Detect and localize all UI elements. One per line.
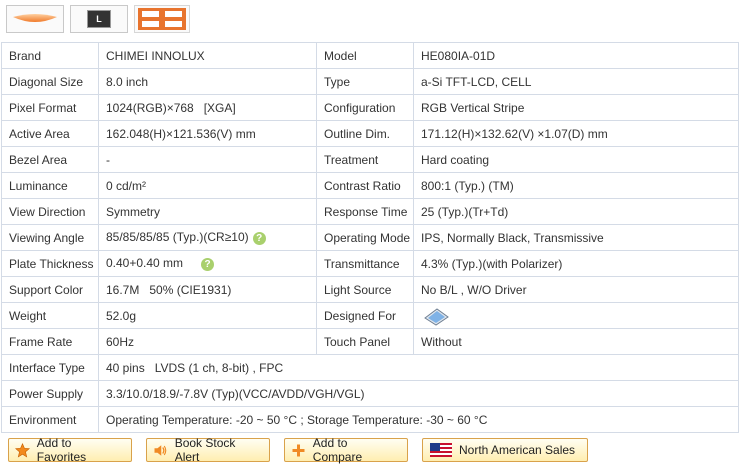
spec-label: Outline Dim. (316, 120, 414, 147)
designed-for-cell (413, 302, 739, 329)
spec-label: Treatment (316, 146, 414, 173)
spec-label: Transmittance (316, 250, 414, 277)
spec-value: 162.048(H)×121.536(V) mm (98, 120, 317, 147)
spec-value-cell: 85/85/85/85 (Typ.)(CR≥10)? (98, 224, 317, 251)
connector-icon-label: L (96, 14, 102, 24)
spec-value: IPS, Normally Black, Transmissive (413, 224, 739, 251)
connector-thumbnail[interactable]: L (70, 5, 128, 33)
table-row: Support Color 16.7M 50% (CIE1931) Light … (1, 276, 739, 303)
spec-label: Luminance (1, 172, 99, 199)
spec-label: Configuration (316, 94, 414, 121)
table-row: Plate Thickness 0.40+0.40 mm? Transmitta… (1, 250, 739, 277)
spec-value: No B/L , W/O Driver (413, 276, 739, 303)
help-icon[interactable]: ? (252, 231, 266, 245)
spec-label: Environment (1, 406, 99, 433)
table-row: Interface Type 40 pins LVDS (1 ch, 8-bit… (1, 354, 739, 381)
table-row: Brand CHIMEI INNOLUX Model HE080IA-01D (1, 42, 739, 69)
connector-icon: L (87, 10, 111, 28)
table-row: Environment Operating Temperature: -20 ~… (1, 406, 739, 433)
north-american-sales-button[interactable]: North American Sales (422, 438, 588, 462)
add-to-favorites-button[interactable]: Add to Favorites (8, 436, 132, 464)
spec-value: 0 cd/m² (98, 172, 317, 199)
spec-value: RGB Vertical Stripe (413, 94, 739, 121)
spec-label: Weight (1, 302, 99, 329)
book-stock-alert-label: Book Stock Alert (174, 436, 236, 464)
spec-label: Designed For (316, 302, 414, 329)
spec-label: Active Area (1, 120, 99, 147)
spec-table: Brand CHIMEI INNOLUX Model HE080IA-01D D… (1, 42, 739, 433)
spec-label: Frame Rate (1, 328, 99, 355)
dimension-drawing-icon (138, 8, 186, 30)
add-to-favorites-label: Add to Favorites (36, 436, 87, 464)
spec-label: Brand (1, 42, 99, 69)
help-icon[interactable]: ? (201, 257, 215, 271)
spec-value: 40 pins LVDS (1 ch, 8-bit) , FPC (98, 354, 739, 381)
spec-value: 4.3% (Typ.)(with Polarizer) (413, 250, 739, 277)
spec-label: Plate Thickness (1, 250, 99, 277)
spec-label: Type (316, 68, 414, 95)
spec-value: Hard coating (413, 146, 739, 173)
table-row: Bezel Area - Treatment Hard coating (1, 146, 739, 173)
spec-label: Diagonal Size (1, 68, 99, 95)
spec-value: Symmetry (98, 198, 317, 225)
spec-label: Support Color (1, 276, 99, 303)
dimension-drawing-thumbnail[interactable] (134, 5, 190, 33)
spec-value: 1024(RGB)×768 [XGA] (98, 94, 317, 121)
spec-value: 85/85/85/85 (Typ.)(CR≥10) (106, 230, 249, 245)
plus-icon (291, 442, 307, 458)
add-to-compare-label: Add to Compare (312, 436, 363, 464)
table-row: Weight 52.0g Designed For (1, 302, 739, 329)
tablet-icon (424, 307, 449, 326)
spec-value: a-Si TFT-LCD, CELL (413, 68, 739, 95)
star-icon (15, 442, 31, 458)
spec-value: - (98, 146, 317, 173)
table-row: Diagonal Size 8.0 inch Type a-Si TFT-LCD… (1, 68, 739, 95)
spec-value: 25 (Typ.)(Tr+Td) (413, 198, 739, 225)
spec-label: Operating Mode (316, 224, 414, 251)
table-row: View Direction Symmetry Response Time 25… (1, 198, 739, 225)
us-flag-icon (429, 442, 453, 458)
book-stock-alert-button[interactable]: Book Stock Alert (146, 436, 270, 464)
thumbnail-strip: L (0, 0, 739, 42)
spec-value: 3.3/10.0/18.9/-7.8V (Typ)(VCC/AVDD/VGH/V… (98, 380, 739, 407)
speaker-icon (153, 442, 169, 458)
spec-label: Touch Panel (316, 328, 414, 355)
table-row: Luminance 0 cd/m² Contrast Ratio 800:1 (… (1, 172, 739, 199)
spec-value: CHIMEI INNOLUX (98, 42, 317, 69)
table-row: Pixel Format 1024(RGB)×768 [XGA] Configu… (1, 94, 739, 121)
spec-label: Viewing Angle (1, 224, 99, 251)
spec-value: 52.0g (98, 302, 317, 329)
north-american-sales-label: North American Sales (459, 443, 576, 457)
spec-value-cell: 0.40+0.40 mm? (98, 250, 317, 277)
spec-label: Pixel Format (1, 94, 99, 121)
spec-value: 8.0 inch (98, 68, 317, 95)
spec-value: Operating Temperature: -20 ~ 50 °C ; Sto… (98, 406, 739, 433)
spec-label: Power Supply (1, 380, 99, 407)
spec-label: Bezel Area (1, 146, 99, 173)
spec-label: Contrast Ratio (316, 172, 414, 199)
spec-label: Response Time (316, 198, 414, 225)
action-bar: Add to Favorites Book Stock Alert Add to… (0, 436, 739, 464)
spec-label: Interface Type (1, 354, 99, 381)
lcd-panel-thumbnail[interactable] (6, 5, 64, 33)
spec-label: Light Source (316, 276, 414, 303)
table-row: Power Supply 3.3/10.0/18.9/-7.8V (Typ)(V… (1, 380, 739, 407)
spec-value: Without (413, 328, 739, 355)
spec-value: 800:1 (Typ.) (TM) (413, 172, 739, 199)
table-row: Active Area 162.048(H)×121.536(V) mm Out… (1, 120, 739, 147)
spec-value: 0.40+0.40 mm (106, 256, 184, 271)
table-row: Viewing Angle 85/85/85/85 (Typ.)(CR≥10)?… (1, 224, 739, 251)
spec-value: 16.7M 50% (CIE1931) (98, 276, 317, 303)
spec-value: 60Hz (98, 328, 317, 355)
add-to-compare-button[interactable]: Add to Compare (284, 436, 408, 464)
spec-value: 171.12(H)×132.62(V) ×1.07(D) mm (413, 120, 739, 147)
spec-value: HE080IA-01D (413, 42, 739, 69)
lcd-panel-icon (13, 14, 57, 22)
table-row: Frame Rate 60Hz Touch Panel Without (1, 328, 739, 355)
spec-label: View Direction (1, 198, 99, 225)
spec-label: Model (316, 42, 414, 69)
